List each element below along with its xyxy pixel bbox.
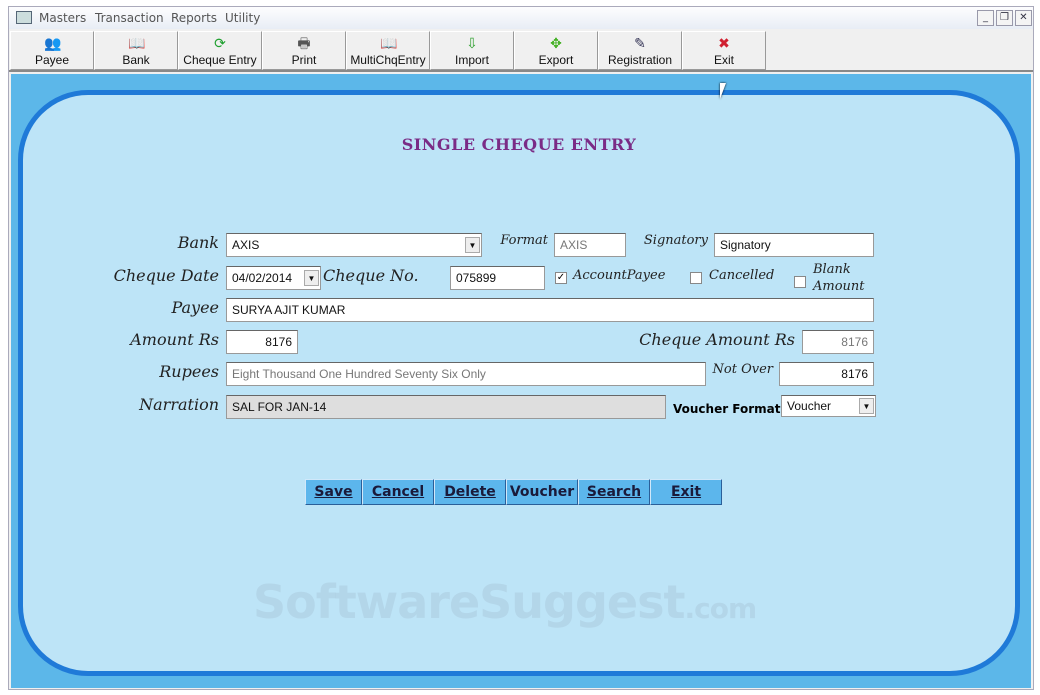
toolbar-button-label: Print bbox=[263, 53, 345, 67]
account-payee-label: AccountPayee bbox=[573, 268, 665, 283]
format-field[interactable]: AXIS bbox=[554, 233, 626, 257]
toolbar-button-label: MultiChqEntry bbox=[347, 53, 429, 67]
move-icon: ✥ bbox=[548, 35, 564, 51]
exit-button[interactable]: Exit bbox=[650, 479, 722, 505]
toolbar-payee-button[interactable]: 👥 Payee bbox=[10, 31, 94, 70]
menu-utility[interactable]: Utility bbox=[225, 11, 260, 25]
signatory-label: Signatory bbox=[631, 233, 708, 248]
register-icon: ✎ bbox=[632, 35, 648, 51]
toolbar-bank-button[interactable]: 📖 Bank bbox=[94, 31, 178, 70]
toolbar-button-label: Import bbox=[431, 53, 513, 67]
restore-button[interactable]: ❐ bbox=[996, 10, 1013, 26]
refresh-icon: ⟳ bbox=[212, 35, 228, 51]
rupees-label: Rupees bbox=[123, 362, 219, 381]
blank-label-1: Blank bbox=[813, 262, 851, 277]
book-icon: 📖 bbox=[128, 35, 144, 51]
mouse-cursor-icon bbox=[720, 83, 726, 99]
amount-field[interactable]: 8176 bbox=[226, 330, 298, 354]
cancelled-label: Cancelled bbox=[709, 268, 774, 283]
cheque-no-label: Cheque No. bbox=[323, 266, 423, 285]
cheque-amount-field[interactable]: 8176 bbox=[802, 330, 874, 354]
payee-label: Payee bbox=[123, 298, 219, 317]
toolbar-button-label: Exit bbox=[683, 53, 765, 67]
menu-reports[interactable]: Reports bbox=[171, 11, 217, 25]
cancel-button[interactable]: Cancel bbox=[362, 479, 434, 505]
chevron-down-icon[interactable]: ▼ bbox=[859, 398, 874, 414]
cheque-entry-panel: SINGLE CHEQUE ENTRY Bank AXIS ▼ Format AX… bbox=[18, 90, 1020, 676]
menu-bar: Masters Transaction Reports Utility _ ❐ … bbox=[9, 7, 1033, 29]
cheque-amount-label: Cheque Amount Rs bbox=[613, 330, 795, 349]
menu-masters[interactable]: Masters bbox=[39, 11, 86, 25]
cancelled-checkbox[interactable] bbox=[690, 272, 702, 284]
watermark-suffix: .com bbox=[684, 592, 756, 625]
toolbar-export-button[interactable]: ✥ Export bbox=[514, 31, 598, 70]
toolbar-cheque-entry-button[interactable]: ⟳ Cheque Entry bbox=[178, 31, 262, 70]
blank-amount-label: Blank Amount bbox=[813, 261, 865, 295]
import-icon: ⇩ bbox=[464, 35, 480, 51]
bank-value: AXIS bbox=[232, 238, 259, 252]
cheque-date-value: 04/02/2014 bbox=[232, 271, 292, 285]
cheque-date-label: Cheque Date bbox=[83, 266, 219, 285]
chevron-down-icon[interactable]: ▼ bbox=[465, 237, 480, 253]
rupees-field[interactable]: Eight Thousand One Hundred Seventy Six O… bbox=[226, 362, 706, 386]
toolbar-print-button[interactable]: 🖶 Print bbox=[262, 31, 346, 70]
watermark: SoftwareSuggest.com bbox=[253, 575, 756, 629]
chevron-down-icon[interactable]: ▼ bbox=[304, 270, 319, 286]
app-window: Masters Transaction Reports Utility _ ❐ … bbox=[8, 6, 1034, 690]
narration-field[interactable]: SAL FOR JAN-14 bbox=[226, 395, 666, 419]
account-payee-checkbox[interactable]: ✓ bbox=[555, 272, 567, 284]
narration-label: Narration bbox=[103, 395, 219, 414]
voucher-format-label: Voucher Format bbox=[673, 402, 781, 416]
search-button[interactable]: Search bbox=[578, 479, 650, 505]
toolbar-button-label: Registration bbox=[599, 53, 681, 67]
cheque-date-picker[interactable]: 04/02/2014 ▼ bbox=[226, 266, 321, 290]
save-button[interactable]: Save bbox=[305, 479, 362, 505]
bank-label: Bank bbox=[123, 233, 219, 252]
toolbar: 👥 Payee 📖 Bank ⟳ Cheque Entry 🖶 Print 📖 MultiChqE… bbox=[9, 30, 1033, 72]
app-icon bbox=[16, 11, 32, 24]
watermark-main: SoftwareSuggest bbox=[253, 575, 684, 629]
bank-select[interactable]: AXIS ▼ bbox=[226, 233, 482, 257]
toolbar-button-label: Export bbox=[515, 53, 597, 67]
delete-button[interactable]: Delete bbox=[434, 479, 506, 505]
users-icon: 👥 bbox=[44, 35, 60, 51]
not-over-field[interactable]: 8176 bbox=[779, 362, 874, 386]
cheque-no-field[interactable]: 075899 bbox=[450, 266, 545, 290]
action-buttons: Save Cancel Delete Voucher Search Exit bbox=[305, 479, 722, 505]
toolbar-button-label: Cheque Entry bbox=[179, 53, 261, 67]
amount-label: Amount Rs bbox=[83, 330, 219, 349]
format-label: Format bbox=[483, 233, 548, 248]
minimize-button[interactable]: _ bbox=[977, 10, 994, 26]
not-over-label: Not Over bbox=[703, 362, 773, 377]
book-icon: 📖 bbox=[380, 35, 396, 51]
voucher-button[interactable]: Voucher bbox=[506, 479, 578, 505]
voucher-format-select[interactable]: Voucher ▼ bbox=[781, 395, 876, 417]
voucher-format-value: Voucher bbox=[787, 399, 831, 413]
page-title: SINGLE CHEQUE ENTRY bbox=[23, 135, 1015, 154]
toolbar-import-button[interactable]: ⇩ Import bbox=[430, 31, 514, 70]
main-area: SINGLE CHEQUE ENTRY Bank AXIS ▼ Format AX… bbox=[11, 74, 1031, 688]
payee-field[interactable]: SURYA AJIT KUMAR bbox=[226, 298, 874, 322]
toolbar-exit-button[interactable]: ✖ Exit bbox=[682, 31, 766, 70]
toolbar-button-label: Bank bbox=[95, 53, 177, 67]
toolbar-registration-button[interactable]: ✎ Registration bbox=[598, 31, 682, 70]
blank-amount-checkbox[interactable] bbox=[794, 276, 806, 288]
toolbar-button-label: Payee bbox=[11, 53, 93, 67]
menu-transaction[interactable]: Transaction bbox=[95, 11, 164, 25]
exit-icon: ✖ bbox=[716, 35, 732, 51]
blank-label-2: Amount bbox=[813, 279, 865, 294]
close-button[interactable]: ✕ bbox=[1015, 10, 1032, 26]
printer-icon: 🖶 bbox=[296, 35, 312, 51]
signatory-field[interactable]: Signatory bbox=[714, 233, 874, 257]
toolbar-multichqentry-button[interactable]: 📖 MultiChqEntry bbox=[346, 31, 430, 70]
